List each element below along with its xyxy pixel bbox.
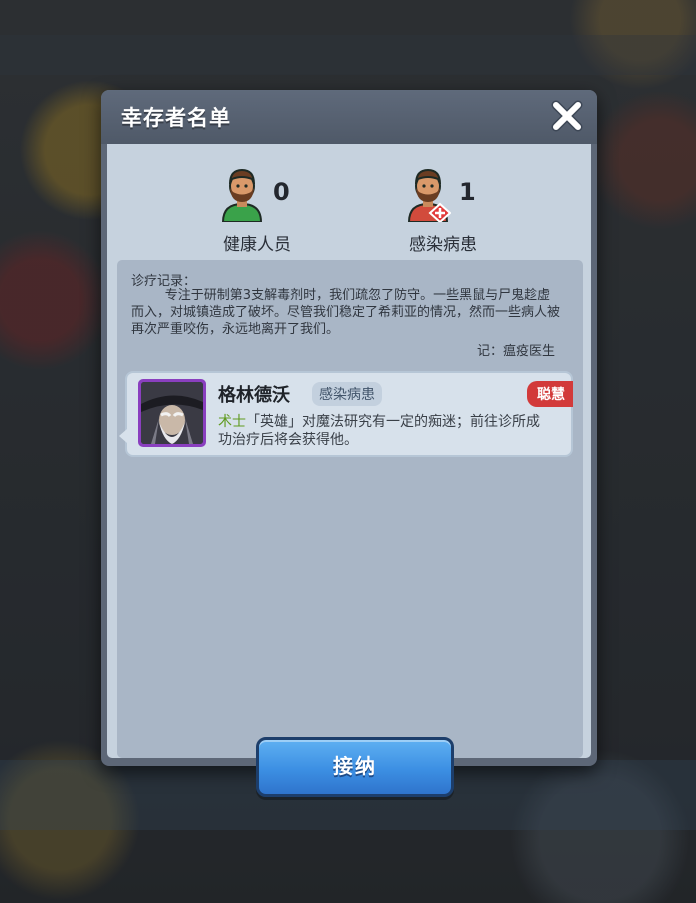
wizard-portrait-icon xyxy=(141,382,203,444)
infected-count: 1 xyxy=(459,178,476,206)
healthy-label: 健康人员 xyxy=(223,235,291,255)
infected-person-icon xyxy=(407,168,451,222)
healthy-count: 0 xyxy=(273,178,290,206)
infected-stat: 1 感染病患 xyxy=(373,166,513,255)
accept-button[interactable]: 接纳 xyxy=(256,737,454,797)
dialog-header: 幸存者名单 xyxy=(101,90,597,144)
card-pointer xyxy=(119,429,127,443)
survivor-card[interactable]: 格林德沃 感染病患 聪慧 术士「英雄」对魔法研究有一定的痴迷；前往诊所成功治疗后… xyxy=(119,371,573,457)
dialog-title: 幸存者名单 xyxy=(121,106,231,130)
survivor-description: 术士「英雄」对魔法研究有一定的痴迷；前往诊所成功治疗后将会获得他。 xyxy=(218,413,548,449)
survivor-list-dialog: 幸存者名单 0 健康人员 1 感染病患 诊疗记录： 专注于研制第3支解毒剂时，我… xyxy=(101,90,597,797)
survivor-description-text: 「英雄」对魔法研究有一定的痴迷；前往诊所成功治疗后将会获得他。 xyxy=(218,414,540,448)
trait-badge: 聪慧 xyxy=(527,381,573,407)
record-signature: 记：瘟疫医生 xyxy=(476,344,555,359)
survivor-class: 术士 xyxy=(218,414,246,430)
medical-record-panel: 诊疗记录： 专注于研制第3支解毒剂时，我们疏忽了防守。一些黑鼠与尸鬼趁虚而入，对… xyxy=(117,260,583,758)
record-body: 专注于研制第3支解毒剂时，我们疏忽了防守。一些黑鼠与尸鬼趁虚而入，对城镇造成了破… xyxy=(131,288,561,337)
infected-label: 感染病患 xyxy=(409,235,477,255)
survivor-status-tag: 感染病患 xyxy=(312,382,382,406)
close-button[interactable] xyxy=(549,98,585,134)
dialog-body: 0 健康人员 1 感染病患 诊疗记录： 专注于研制第3支解毒剂时，我们疏忽了防守… xyxy=(107,144,591,797)
close-icon xyxy=(551,100,583,132)
healthy-person-icon xyxy=(221,168,263,222)
survivor-name: 格林德沃 xyxy=(218,385,290,406)
healthy-stat: 0 健康人员 xyxy=(187,166,327,255)
survivor-portrait xyxy=(138,379,206,447)
